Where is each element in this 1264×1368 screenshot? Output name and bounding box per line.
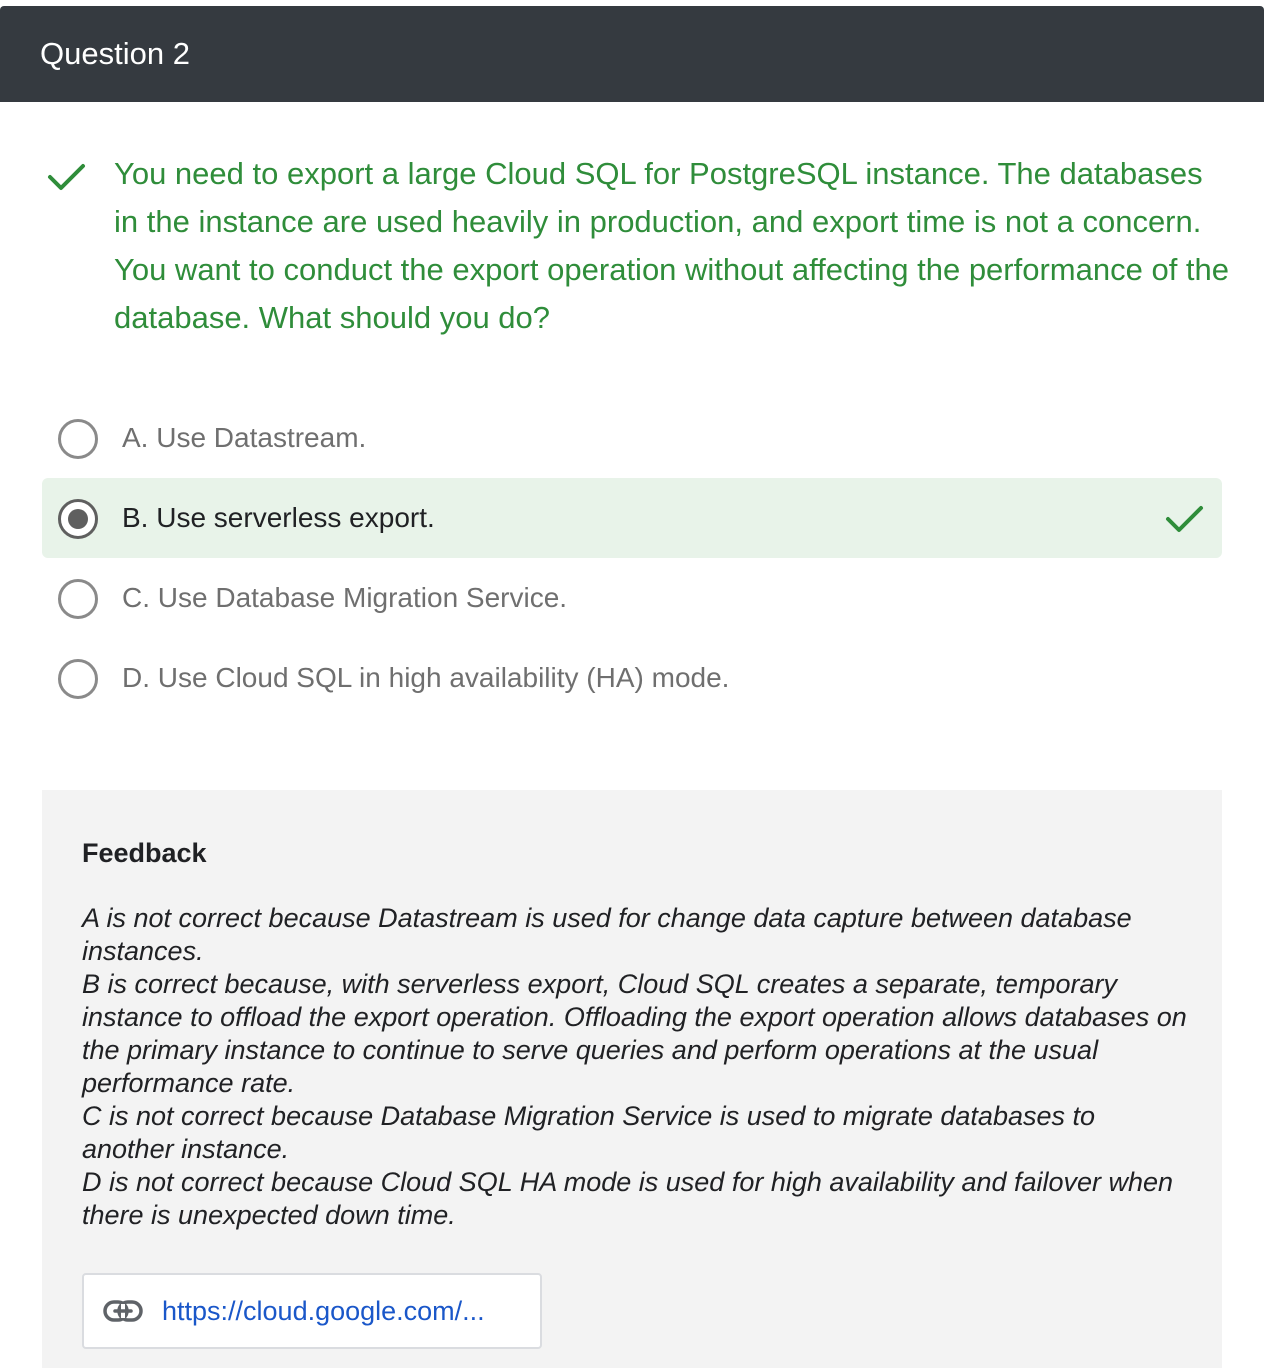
reference-link-text[interactable]: https://cloud.google.com/...: [162, 1293, 485, 1329]
option-label-a: A. Use Datastream.: [122, 422, 367, 453]
feedback-panel: Feedback A is not correct because Datast…: [42, 790, 1222, 1368]
correct-check-icon: [1166, 506, 1203, 532]
feedback-title: Feedback: [82, 838, 207, 868]
question-header: Question 2: [0, 6, 1264, 102]
check-icon: [48, 164, 85, 190]
question-text: You need to export a large Cloud SQL for…: [114, 156, 1230, 335]
radio-button-d[interactable]: [58, 659, 98, 699]
link-icon: [103, 1300, 143, 1322]
feedback-body: A is not correct because Datastream is u…: [82, 902, 1192, 1232]
option-label-b: B. Use serverless export.: [122, 502, 435, 533]
feedback-line-c: C is not correct because Database Migrat…: [82, 1101, 1096, 1164]
option-a[interactable]: A. Use Datastream.: [42, 398, 1222, 478]
feedback-line-d: D is not correct because Cloud SQL HA mo…: [82, 1167, 1174, 1230]
radio-button-a[interactable]: [58, 419, 98, 459]
option-c[interactable]: C. Use Database Migration Service.: [42, 558, 1222, 638]
option-d[interactable]: D. Use Cloud SQL in high availability (H…: [42, 638, 1222, 718]
radio-selected-dot: [68, 509, 88, 529]
feedback-line-a: A is not correct because Datastream is u…: [82, 903, 1132, 966]
reference-link[interactable]: https://cloud.google.com/...: [82, 1273, 542, 1349]
option-label-c: C. Use Database Migration Service.: [122, 582, 568, 613]
option-label-d: D. Use Cloud SQL in high availability (H…: [122, 662, 730, 693]
option-b[interactable]: B. Use serverless export.: [42, 478, 1222, 558]
quiz-page: Question 2 You need to export a large Cl…: [0, 0, 1264, 1368]
radio-button-b[interactable]: [58, 499, 98, 539]
feedback-line-b: B is correct because, with serverless ex…: [82, 969, 1187, 1098]
radio-button-c[interactable]: [58, 579, 98, 619]
question-title: Question 2: [40, 36, 190, 71]
